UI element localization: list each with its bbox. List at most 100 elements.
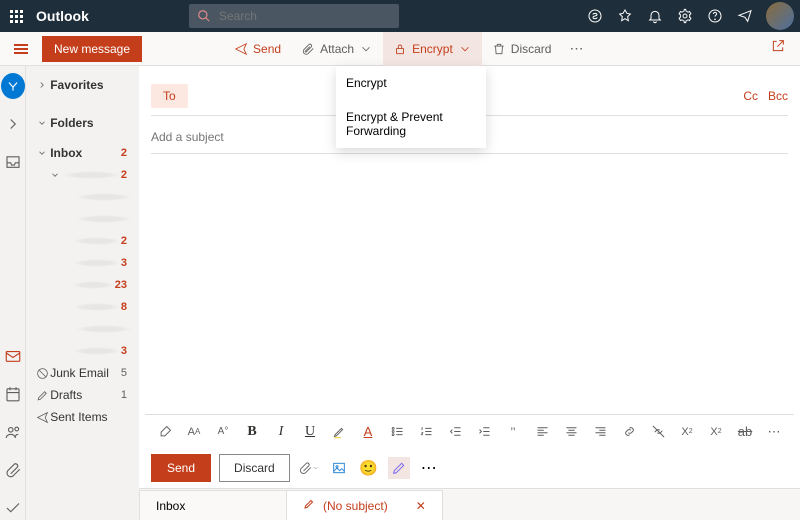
notifications-icon[interactable] <box>640 0 670 32</box>
bullets-icon <box>390 424 405 439</box>
bullet-list-button[interactable] <box>387 422 407 442</box>
tab-inbox-label: Inbox <box>156 499 185 513</box>
format-more[interactable]: ⋯ <box>764 422 784 442</box>
menu-toggle[interactable] <box>10 38 32 60</box>
indent-button[interactable] <box>474 422 494 442</box>
outdent-icon <box>448 424 463 439</box>
rail-todo[interactable] <box>1 496 25 520</box>
format-painter[interactable] <box>155 422 175 442</box>
sidebar-subfolder[interactable]: 8 <box>60 296 133 318</box>
align-center-button[interactable] <box>561 422 581 442</box>
sidebar-folders[interactable]: Folders <box>32 112 133 134</box>
chevron-down-icon <box>37 148 47 158</box>
trash-icon <box>492 42 506 56</box>
tab-inbox[interactable]: Inbox <box>139 490 287 520</box>
help-icon[interactable] <box>700 0 730 32</box>
discard-button[interactable]: Discard <box>219 454 290 482</box>
settings-icon[interactable] <box>670 0 700 32</box>
sidebar-sent[interactable]: Sent Items <box>32 406 133 428</box>
sidebar-subfolder[interactable]: 2 <box>60 230 133 252</box>
superscript-button[interactable]: X2 <box>677 422 697 442</box>
attachment-icon <box>4 461 22 479</box>
unlink-button[interactable] <box>648 422 668 442</box>
underline-button[interactable]: U <box>300 422 320 442</box>
rail-inbox[interactable] <box>1 150 25 174</box>
skype-icon[interactable] <box>580 0 610 32</box>
avatar[interactable] <box>766 2 794 30</box>
rail-files[interactable] <box>1 458 25 482</box>
sendrow-more[interactable]: ⋯ <box>418 457 440 479</box>
cc-button[interactable]: Cc <box>743 89 758 103</box>
sidebar-favorites[interactable]: Favorites <box>32 74 133 96</box>
font-color-button[interactable]: A <box>358 422 378 442</box>
font-family[interactable]: AA <box>184 422 204 442</box>
highlight-button[interactable] <box>329 422 349 442</box>
toolbar-send[interactable]: Send <box>224 32 291 66</box>
toolbar-more[interactable]: ⋯ <box>561 40 593 57</box>
number-list-button[interactable] <box>416 422 436 442</box>
sidebar-subfolder[interactable]: 23 <box>60 274 133 296</box>
rail-yammer[interactable] <box>1 74 25 98</box>
rail-mail[interactable] <box>1 344 25 368</box>
encrypt-prevent-forward-option[interactable]: Encrypt & Prevent Forwarding <box>336 100 486 148</box>
rail-people[interactable] <box>1 420 25 444</box>
rail-calendar[interactable] <box>1 382 25 406</box>
outdent-button[interactable] <box>445 422 465 442</box>
sidebar-subfolder[interactable]: 3 <box>60 340 133 362</box>
close-tab-button[interactable]: ✕ <box>416 499 426 513</box>
message-body[interactable] <box>151 160 788 414</box>
bold-button[interactable]: B <box>242 422 262 442</box>
sidebar-junk[interactable]: Junk Email 5 <box>32 362 133 384</box>
strikethrough-button[interactable]: ab <box>735 422 755 442</box>
sidebar-subfolder[interactable] <box>60 208 133 230</box>
search-box[interactable] <box>189 4 399 28</box>
subscript-button[interactable]: X2 <box>706 422 726 442</box>
sidebar-inbox[interactable]: Inbox 2 <box>32 142 133 164</box>
toolbar-discard[interactable]: Discard <box>482 32 562 66</box>
toolbar-discard-label: Discard <box>511 42 552 56</box>
sidebar-drafts[interactable]: Drafts 1 <box>32 384 133 406</box>
sidebar-subfolder[interactable]: 3 <box>60 252 133 274</box>
insert-image-button[interactable] <box>328 457 350 479</box>
paperclip-icon <box>298 460 313 476</box>
sidebar-drafts-label: Drafts <box>50 388 121 402</box>
new-message-button[interactable]: New message <box>42 36 142 62</box>
align-right-button[interactable] <box>590 422 610 442</box>
app-launcher[interactable] <box>0 0 32 32</box>
sidebar-subfolder[interactable] <box>60 186 133 208</box>
people-icon <box>4 423 22 441</box>
app-header: Outlook <box>0 0 800 32</box>
italic-button[interactable]: I <box>271 422 291 442</box>
chevron-down-icon <box>50 170 60 180</box>
bcc-button[interactable]: Bcc <box>768 89 788 103</box>
signature-button[interactable] <box>388 457 410 479</box>
link-button[interactable] <box>619 422 639 442</box>
sidebar-sub-count: 2 <box>121 169 127 181</box>
link-icon <box>622 424 637 439</box>
to-button[interactable]: To <box>151 84 188 108</box>
search-input[interactable] <box>219 9 391 23</box>
rail-favorites[interactable] <box>1 112 25 136</box>
quote-button[interactable]: " <box>503 422 523 442</box>
unlink-icon <box>651 424 666 439</box>
align-left-button[interactable] <box>532 422 552 442</box>
feedback-icon[interactable] <box>730 0 760 32</box>
font-size[interactable]: A° <box>213 422 233 442</box>
premium-icon[interactable] <box>610 0 640 32</box>
toolbar-encrypt[interactable]: Encrypt <box>383 32 482 66</box>
folder-name-redacted <box>73 259 121 267</box>
sidebar-subfolder[interactable]: 2 <box>46 164 133 186</box>
bottom-tabs: Inbox (No subject) ✕ <box>139 488 800 520</box>
folder-name-redacted <box>75 193 133 201</box>
search-icon <box>197 9 211 23</box>
tab-draft[interactable]: (No subject) ✕ <box>286 490 443 520</box>
toolbar-attach[interactable]: Attach <box>291 32 383 66</box>
emoji-button[interactable]: 🙂 <box>358 457 380 479</box>
brush-icon <box>158 424 173 439</box>
open-new-window[interactable] <box>770 38 786 59</box>
sidebar-subfolder[interactable] <box>60 318 133 340</box>
chevron-right-icon <box>37 80 47 90</box>
send-button[interactable]: Send <box>151 454 211 482</box>
encrypt-option[interactable]: Encrypt <box>336 66 486 100</box>
attach-button[interactable] <box>298 457 320 479</box>
